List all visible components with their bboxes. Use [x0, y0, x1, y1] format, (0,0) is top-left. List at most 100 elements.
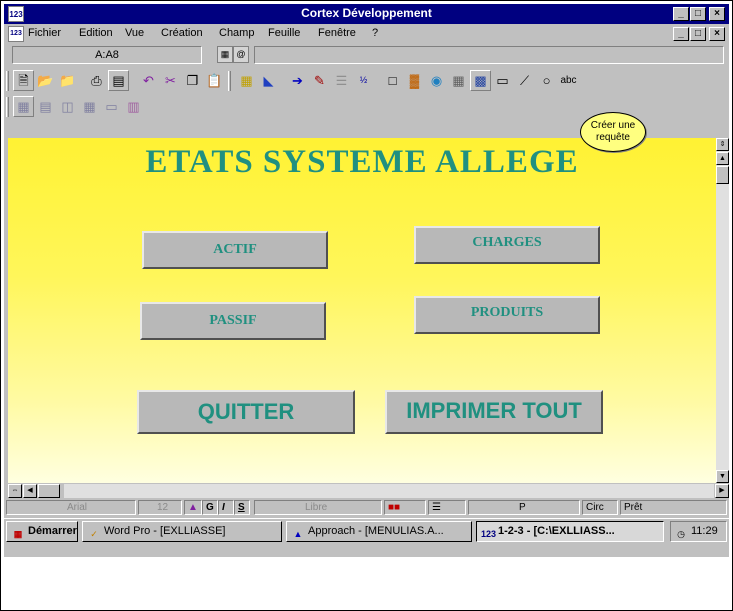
grid-icon[interactable]: ▦ [79, 96, 100, 117]
select-range-icon[interactable]: □ [382, 70, 403, 91]
charges-button[interactable]: CHARGES [414, 226, 600, 264]
database-icon[interactable]: ▦ [448, 70, 469, 91]
lotus-123-icon: 123 [481, 529, 497, 539]
format-icon[interactable]: ✎ [309, 70, 330, 91]
go-to-icon[interactable]: ➔ [287, 70, 308, 91]
clock[interactable]: 11:29 [691, 525, 718, 537]
scroll-thumb[interactable] [716, 166, 729, 184]
cut-icon[interactable]: ✂ [160, 70, 181, 91]
named-style-selector[interactable]: Libre [254, 500, 382, 515]
text-color-icon[interactable]: ▲ [184, 500, 202, 515]
status-bar: Arial 12 ▲ G I S Libre ■■ ☰ P Circ Prêt [4, 499, 729, 516]
menu-help[interactable]: ? [372, 27, 378, 39]
mode-indicator[interactable]: Prêt [620, 500, 727, 515]
scroll-right-icon[interactable]: ▶ [715, 484, 729, 498]
task-label: 1-2-3 - [C:\EXLLIASS... [498, 525, 615, 537]
start-label: Démarrer [28, 525, 77, 537]
font-size-selector[interactable]: 12 [138, 500, 182, 515]
produits-button[interactable]: PRODUITS [414, 296, 600, 334]
columns-icon[interactable]: ◫ [57, 96, 78, 117]
vertical-scrollbar[interactable]: ⇕ ▲ ▼ [716, 138, 729, 483]
insert-range-icon[interactable]: ▦ [236, 70, 257, 91]
copy-icon[interactable]: ❐ [182, 70, 203, 91]
undo-icon[interactable]: ↶ [138, 70, 159, 91]
menu-fichier[interactable]: Fichier [28, 27, 61, 39]
cell-reference-box[interactable]: A:A8 [12, 46, 202, 64]
print-preview-icon[interactable]: ▤ [108, 70, 129, 91]
create-query-icon[interactable]: ▩ [470, 70, 491, 91]
scroll-down-icon[interactable]: ▼ [716, 470, 729, 483]
italic-button[interactable]: I [218, 500, 234, 515]
menu-creation[interactable]: Création [161, 27, 203, 39]
split-handle-icon[interactable]: ⇕ [716, 138, 729, 151]
chart-icon[interactable]: ▓ [404, 70, 425, 91]
underline-button[interactable]: S [234, 500, 250, 515]
toolbar-grip[interactable] [6, 71, 9, 91]
new-sheet-icon[interactable]: 🗎 [13, 70, 34, 91]
close-button[interactable]: × [709, 7, 725, 21]
windows-taskbar: ▦ Démarrer ✓ Word Pro - [EXLLIASSE] ▲ Appro… [4, 518, 729, 544]
scroll-left-icon[interactable]: ◀ [23, 484, 37, 498]
task-approach[interactable]: ▲ Approach - [MENULIAS.A... [286, 521, 472, 542]
horizontal-scroll-thumb[interactable] [38, 484, 60, 498]
scheduler-icon[interactable]: ◷ [674, 527, 688, 541]
start-button[interactable]: ▦ Démarrer [6, 521, 78, 542]
align-icon[interactable]: ☰ [331, 70, 352, 91]
passif-button[interactable]: PASSIF [140, 302, 326, 340]
doc-minimize-button[interactable]: _ [673, 27, 689, 41]
task-lotus-123[interactable]: 123 1-2-3 - [C:\EXLLIASS... [476, 521, 664, 542]
document-icon[interactable]: 123 [8, 26, 24, 42]
imprimer-tout-button[interactable]: IMPRIMER TOUT [385, 390, 603, 434]
menu-edition[interactable]: Edition [79, 27, 113, 39]
format-indicator[interactable]: P [468, 500, 580, 515]
split-view-icon[interactable]: ▤ [35, 96, 56, 117]
toolbar-grip-2[interactable] [6, 97, 9, 117]
page-icon[interactable]: ▥ [123, 96, 144, 117]
alignment-icon[interactable]: ☰ [428, 500, 466, 515]
minimize-button[interactable]: _ [673, 7, 689, 21]
maximize-button[interactable]: □ [690, 7, 706, 21]
save-icon[interactable]: 📁 [57, 70, 78, 91]
smarticons-toolbar: 🗎 📂 📁 ⎙ ▤ ↶ ✂ ❐ 📋 ▦ ◣ ➔ ✎ ☰ ½ □ ▓ ◉ ▦ ▩ … [4, 68, 729, 94]
menu-champ[interactable]: Champ [219, 27, 254, 39]
task-word-pro[interactable]: ✓ Word Pro - [EXLLIASSE] [82, 521, 282, 542]
actif-button[interactable]: ACTIF [142, 231, 328, 269]
edit-line: A:A8 ▦ @ [4, 44, 729, 66]
font-name-selector[interactable]: Arial [6, 500, 136, 515]
draw-rectangle-icon[interactable]: ▭ [492, 70, 513, 91]
approach-icon: ▲ [293, 529, 303, 539]
menu-vue[interactable]: Vue [125, 27, 144, 39]
function-icon[interactable]: @ [233, 46, 249, 63]
horizontal-scroll-track[interactable] [64, 484, 714, 498]
title-bar[interactable]: 123 Cortex Développement _ □ × [4, 4, 729, 24]
contents-box[interactable] [254, 46, 724, 64]
sort-icon[interactable]: ◣ [258, 70, 279, 91]
text-block-icon[interactable]: abc [558, 70, 579, 91]
horizontal-scroll-row: ⇔ ◀ ▶ [4, 483, 729, 499]
sheet-view-icon[interactable]: ▦ [13, 96, 34, 117]
menu-feuille[interactable]: Feuille [268, 27, 300, 39]
system-tray: ◷ 11:29 [670, 521, 727, 542]
paste-icon[interactable]: 📋 [204, 70, 225, 91]
draw-line-icon[interactable]: ⟋ [514, 70, 535, 91]
navigator-icon[interactable]: ▦ [217, 46, 233, 63]
bold-button[interactable]: G [202, 500, 218, 515]
tooltip-line-2: requête [596, 132, 630, 143]
fraction-icon[interactable]: ½ [353, 70, 374, 91]
scroll-up-icon[interactable]: ▲ [716, 152, 729, 165]
form-icon[interactable]: ▭ [101, 96, 122, 117]
horizontal-split-icon[interactable]: ⇔ [8, 484, 22, 498]
quitter-button[interactable]: QUITTER [137, 390, 355, 434]
open-file-icon[interactable]: 📂 [35, 70, 56, 91]
worksheet-area[interactable]: ETATS SYSTEME ALLEGE ACTIF CHARGES PASSI… [8, 138, 716, 483]
circ-indicator[interactable]: Circ [582, 500, 618, 515]
doc-close-button[interactable]: × [709, 27, 725, 41]
draw-ellipse-icon[interactable]: ○ [536, 70, 557, 91]
menu-fenetre[interactable]: Fenêtre [318, 27, 356, 39]
color-palette-icon[interactable]: ■■ [384, 500, 426, 515]
menu-bar: 123 Fichier Edition Vue Création Champ F… [4, 24, 729, 44]
print-icon[interactable]: ⎙ [86, 70, 107, 91]
word-pro-icon: ✓ [90, 529, 98, 539]
doc-restore-button[interactable]: □ [690, 27, 706, 41]
map-icon[interactable]: ◉ [426, 70, 447, 91]
